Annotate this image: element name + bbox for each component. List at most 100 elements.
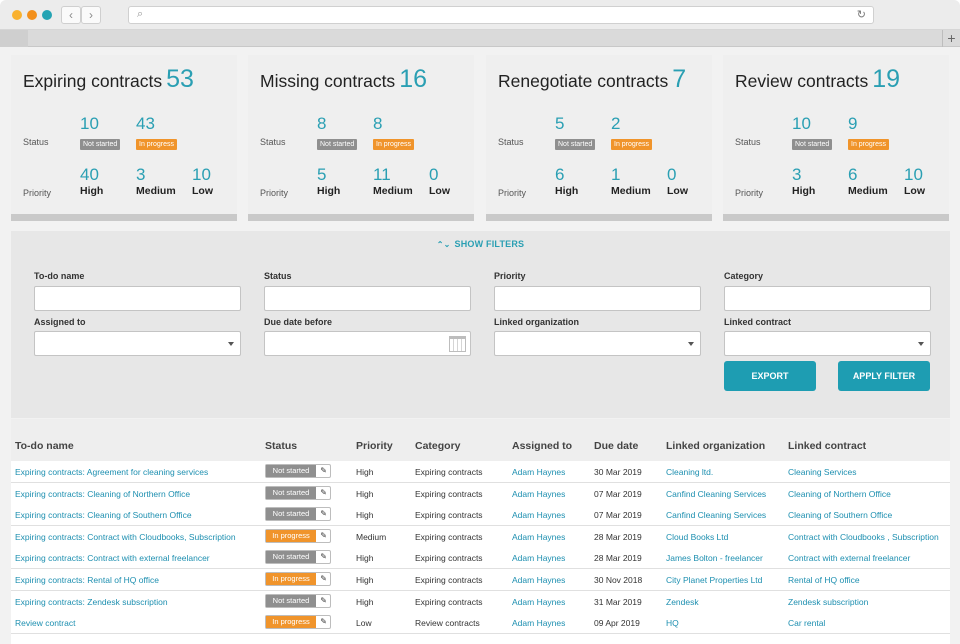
column-header[interactable]: Status [265, 440, 297, 452]
in-progress-stat[interactable]: 2 In progress [611, 115, 653, 151]
high-priority-stat[interactable]: 5 High [317, 166, 340, 198]
reload-icon[interactable]: ↻ [857, 8, 866, 21]
low-priority-stat[interactable]: 10 Low [904, 166, 925, 198]
todo-name-link[interactable]: Expiring contracts: Agreement for cleani… [15, 467, 208, 477]
contract-link[interactable]: Rental of HQ office [788, 575, 860, 585]
assignee-link[interactable]: Adam Haynes [512, 597, 565, 607]
column-header[interactable]: Category [415, 440, 461, 452]
medium-priority-stat[interactable]: 1 Medium [611, 166, 651, 198]
in-progress-stat[interactable]: 9 In progress [848, 115, 890, 151]
status-input[interactable] [264, 286, 471, 311]
edit-icon[interactable]: ✎ [320, 465, 327, 477]
summary-card[interactable]: Expiring contracts 53 Status 10 Not started 4… [11, 55, 237, 221]
browser-tab[interactable] [0, 30, 28, 47]
edit-icon[interactable]: ✎ [320, 551, 327, 563]
not-started-stat[interactable]: 10 Not started [792, 115, 833, 151]
column-header[interactable]: Linked organization [666, 440, 765, 452]
table-row[interactable]: Expiring contracts: Cleaning of Northern… [11, 482, 950, 505]
contract-link[interactable]: Car rental [788, 618, 825, 628]
not-started-stat[interactable]: 8 Not started [317, 115, 358, 151]
todo-name-link[interactable]: Expiring contracts: Cleaning of Northern… [15, 489, 190, 499]
status-dropdown[interactable]: Not started ✎ [265, 550, 331, 565]
export-button[interactable]: EXPORT [724, 361, 816, 391]
table-row[interactable]: Expiring contracts: Agreement for cleani… [11, 461, 950, 483]
edit-icon[interactable]: ✎ [320, 616, 327, 628]
organization-link[interactable]: Cloud Books Ltd [666, 532, 728, 542]
medium-priority-stat[interactable]: 6 Medium [848, 166, 888, 198]
linked-organization-select[interactable] [494, 331, 701, 356]
status-dropdown[interactable]: In progress ✎ [265, 528, 331, 543]
status-dropdown[interactable]: In progress ✎ [265, 572, 331, 586]
assignee-link[interactable]: Adam Haynes [512, 532, 565, 542]
show-filters-toggle[interactable]: ⌃⌄ SHOW FILTERS [11, 239, 950, 249]
column-header[interactable]: Assigned to [512, 440, 572, 452]
medium-priority-stat[interactable]: 11 Medium [373, 166, 413, 198]
table-row[interactable]: Review contract Low Review contracts Adam H… [11, 612, 950, 635]
contract-link[interactable]: Cleaning of Southern Office [788, 510, 892, 520]
low-priority-stat[interactable]: 0 Low [429, 166, 450, 198]
todo-name-link[interactable]: Review contract [15, 618, 75, 628]
address-bar[interactable]: ⌕ ↻ [128, 6, 874, 24]
contract-link[interactable]: Cleaning of Northern Office [788, 489, 891, 499]
assignee-link[interactable]: Adam Haynes [512, 553, 565, 563]
assignee-link[interactable]: Adam Haynes [512, 467, 565, 477]
table-row[interactable]: Expiring contracts: Rental of HQ office H… [11, 569, 950, 591]
summary-card[interactable]: Missing contracts 16 Status 8 Not started 8 In… [248, 55, 474, 221]
column-header[interactable]: Priority [356, 440, 393, 452]
due-date-before-input[interactable] [264, 331, 471, 356]
edit-icon[interactable]: ✎ [320, 508, 327, 520]
back-button[interactable]: ‹ [61, 6, 81, 24]
forward-button[interactable]: › [81, 6, 101, 24]
column-header[interactable]: To-do name [15, 440, 74, 452]
status-dropdown[interactable]: Not started ✎ [265, 507, 331, 522]
assignee-link[interactable]: Adam Haynes [512, 510, 565, 520]
organization-link[interactable]: Cleaning ltd. [666, 467, 713, 477]
in-progress-stat[interactable]: 8 In progress [373, 115, 415, 151]
organization-link[interactable]: James Bolton - freelancer [666, 553, 763, 563]
table-row[interactable]: Expiring contracts: Contract with Cloudb… [11, 525, 950, 548]
apply-filter-button[interactable]: APPLY FILTER [838, 361, 930, 391]
table-row[interactable]: Expiring contracts: Cleaning of Southern… [11, 504, 950, 527]
not-started-stat[interactable]: 5 Not started [555, 115, 596, 151]
organization-link[interactable]: Canfind Cleaning Services [666, 510, 766, 520]
not-started-stat[interactable]: 10 Not started [80, 115, 121, 151]
assignee-link[interactable]: Adam Haynes [512, 618, 565, 628]
column-header[interactable]: Linked contract [788, 440, 866, 452]
edit-icon[interactable]: ✎ [320, 595, 327, 607]
contract-link[interactable]: Contract with Cloudbooks , Subscription [788, 532, 939, 542]
todo-name-link[interactable]: Expiring contracts: Zendesk subscription [15, 597, 168, 607]
organization-link[interactable]: City Planet Properties Ltd [666, 575, 762, 585]
high-priority-stat[interactable]: 6 High [555, 166, 578, 198]
window-maximize-button[interactable] [42, 10, 52, 20]
assigned-to-select[interactable] [34, 331, 241, 356]
assignee-link[interactable]: Adam Haynes [512, 575, 565, 585]
edit-icon[interactable]: ✎ [320, 530, 327, 542]
low-priority-stat[interactable]: 0 Low [667, 166, 688, 198]
todo-name-input[interactable] [34, 286, 241, 311]
high-priority-stat[interactable]: 40 High [80, 166, 103, 198]
todo-name-link[interactable]: Expiring contracts: Contract with extern… [15, 553, 210, 563]
edit-icon[interactable]: ✎ [320, 487, 327, 499]
organization-link[interactable]: HQ [666, 618, 679, 628]
assignee-link[interactable]: Adam Haynes [512, 489, 565, 499]
high-priority-stat[interactable]: 3 High [792, 166, 815, 198]
low-priority-stat[interactable]: 10 Low [192, 166, 213, 198]
summary-card[interactable]: Renegotiate contracts 7 Status 5 Not started… [486, 55, 712, 221]
new-tab-button[interactable]: + [942, 30, 960, 47]
column-header[interactable]: Due date [594, 440, 638, 452]
contract-link[interactable]: Zendesk subscription [788, 597, 868, 607]
todo-name-link[interactable]: Expiring contracts: Contract with Cloudb… [15, 532, 236, 542]
status-dropdown[interactable]: In progress ✎ [265, 615, 331, 630]
category-input[interactable] [724, 286, 931, 311]
table-row[interactable]: Expiring contracts: Zendesk subscription… [11, 590, 950, 613]
calendar-icon[interactable] [449, 336, 466, 352]
window-close-button[interactable] [12, 10, 22, 20]
in-progress-stat[interactable]: 43 In progress [136, 115, 178, 151]
window-minimize-button[interactable] [27, 10, 37, 20]
todo-name-link[interactable]: Expiring contracts: Rental of HQ office [15, 575, 159, 585]
medium-priority-stat[interactable]: 3 Medium [136, 166, 176, 198]
table-row[interactable]: Expiring contracts: Contract with extern… [11, 547, 950, 570]
contract-link[interactable]: Contract with external freelancer [788, 553, 910, 563]
todo-name-link[interactable]: Expiring contracts: Cleaning of Southern… [15, 510, 192, 520]
organization-link[interactable]: Zendesk [666, 597, 699, 607]
